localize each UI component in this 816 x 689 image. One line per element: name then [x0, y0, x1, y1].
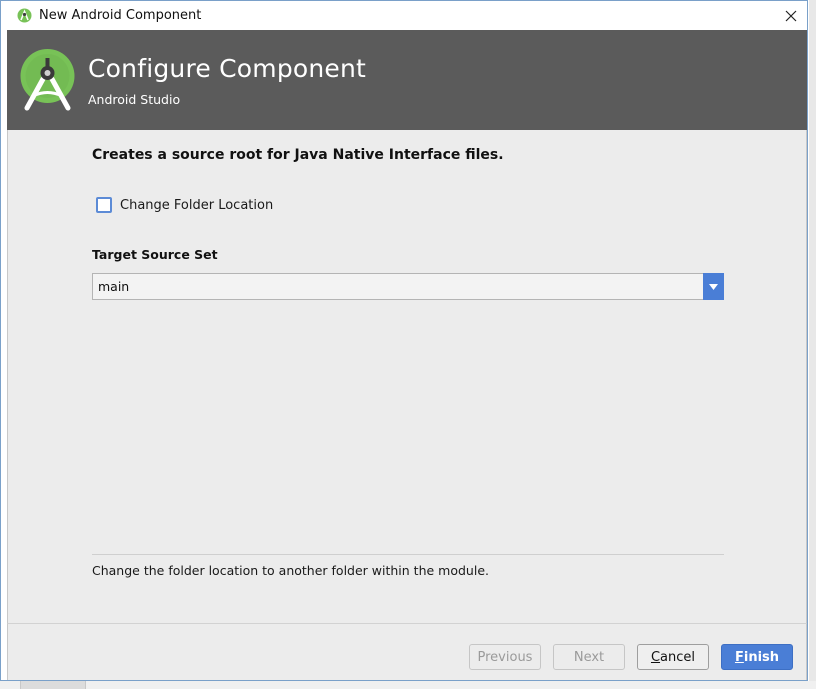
chevron-down-icon[interactable] [703, 273, 724, 300]
finish-mnemonic: F [734, 649, 744, 665]
dropdown-value: main [98, 279, 130, 294]
title-bar: New Android Component [1, 1, 807, 31]
close-icon[interactable] [775, 1, 807, 31]
cancel-button[interactable]: Cancel [637, 644, 709, 670]
background-app-strip [0, 681, 816, 689]
page-title: Configure Component [88, 54, 367, 83]
change-folder-location-checkbox[interactable]: Change Folder Location [96, 197, 273, 213]
header-banner: Configure Component Android Studio [7, 30, 807, 130]
next-button[interactable]: Next [553, 644, 625, 670]
finish-label: inish [743, 649, 780, 665]
window-title: New Android Component [39, 8, 202, 23]
android-studio-app-icon [17, 8, 32, 23]
help-text: Change the folder location to another fo… [92, 563, 489, 578]
target-source-set-label: Target Source Set [92, 247, 218, 262]
component-description: Creates a source root for Java Native In… [92, 147, 504, 163]
background-app-edge [809, 0, 816, 689]
finish-button[interactable]: Finish [721, 644, 793, 670]
cancel-label: ancel [660, 649, 696, 665]
divider [92, 554, 724, 555]
checkbox-label[interactable]: Change Folder Location [120, 198, 273, 213]
page-subtitle: Android Studio [88, 92, 181, 107]
checkbox-box[interactable] [96, 197, 112, 213]
previous-button[interactable]: Previous [469, 644, 541, 670]
background-app-tab [20, 681, 86, 689]
target-source-set-dropdown[interactable]: main [92, 273, 724, 300]
cancel-mnemonic: C [650, 649, 661, 665]
android-studio-logo-icon [19, 49, 76, 111]
